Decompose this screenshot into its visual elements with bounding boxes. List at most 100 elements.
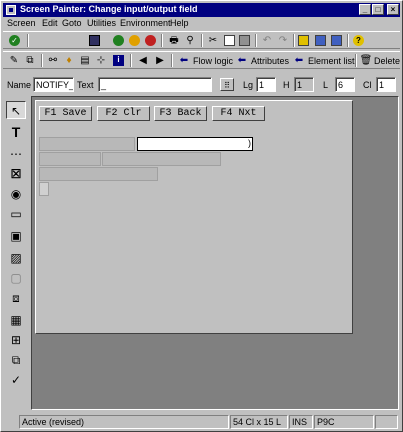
toolbar-separator <box>255 34 257 47</box>
close-button[interactable]: × <box>387 4 399 15</box>
application-toolbar: ✎ ⧉ ⚯ ♦ ▤ ⊹ i ◀ ▶ ⬅ Flow logic ⬅ Attribu… <box>3 51 400 69</box>
text-tool-icon[interactable]: T <box>6 123 26 141</box>
attributes-button[interactable]: Attributes <box>251 56 289 66</box>
f1-save-button[interactable]: F1 Save <box>39 106 92 121</box>
save-icon[interactable] <box>89 35 100 46</box>
menu-utilities[interactable]: Utilities <box>87 18 116 28</box>
l-field[interactable]: 6 <box>335 77 355 92</box>
enter-icon[interactable]: ✓ <box>9 35 20 46</box>
text-element[interactable] <box>102 152 221 166</box>
custom-control-tool-icon[interactable]: ⧈ <box>6 289 26 307</box>
help-icon[interactable]: ? <box>353 35 364 46</box>
toolbar-separator <box>355 54 357 67</box>
toolbar-separator <box>171 54 173 67</box>
paste-icon[interactable] <box>239 35 250 46</box>
text-element[interactable] <box>39 167 158 181</box>
layout-icon[interactable]: ⊹ <box>94 54 108 67</box>
create-session-icon[interactable] <box>298 35 309 46</box>
menu-help[interactable]: Help <box>170 18 189 28</box>
element-list-button[interactable]: Element list <box>308 56 355 66</box>
f3-back-button[interactable]: F3 Back <box>154 106 207 121</box>
previous-icon[interactable]: ◀ <box>136 54 150 67</box>
flow-logic-arrow-icon[interactable]: ⬅ <box>177 54 191 67</box>
sap-window: Screen Painter: Change input/output fiel… <box>0 0 403 432</box>
delete-icon[interactable]: 🗑 <box>359 54 373 67</box>
shortcut-icon[interactable] <box>315 35 326 46</box>
attributes-arrow-icon[interactable]: ⬅ <box>235 54 249 67</box>
display-change-icon[interactable]: ✎ <box>7 54 21 67</box>
step-loop-tool-icon[interactable]: ▦ <box>6 311 26 329</box>
text-element[interactable] <box>39 137 135 151</box>
text-label: Text <box>77 80 94 90</box>
menu-goto[interactable]: Goto <box>62 18 82 28</box>
find-icon[interactable]: ⚲ <box>183 34 197 47</box>
toolbar-separator <box>41 54 43 67</box>
menu-screen[interactable]: Screen <box>7 18 36 28</box>
redo-icon[interactable]: ↷ <box>276 34 290 47</box>
next-icon[interactable]: ▶ <box>153 54 167 67</box>
test-icon[interactable]: ▤ <box>78 54 92 67</box>
standard-toolbar: ✓ 🖶 ⚲ ✂ ↶ ↷ ? <box>3 31 400 49</box>
other-object-icon[interactable]: ⧉ <box>23 54 37 67</box>
f4-next-button[interactable]: F4 Nxt <box>212 106 265 121</box>
copy-icon[interactable] <box>224 35 235 46</box>
status-message: Active (revised) <box>19 415 229 429</box>
input-output-field-tool-icon[interactable]: ⋯ <box>6 145 26 163</box>
tabstrip-tool-icon[interactable]: ▢ <box>6 269 26 287</box>
pointer-tool-icon[interactable]: ↖ <box>6 101 26 119</box>
status-bar: Active (revised) 54 Cl x 15 L INS P9C <box>3 413 400 430</box>
layout-workarea: F1 Save F2 Clr F3 Back F4 Nxt ) <box>31 96 399 410</box>
text-element[interactable] <box>39 152 101 166</box>
status-icon-tool-icon[interactable]: ✓ <box>6 371 26 389</box>
minimize-button[interactable]: _ <box>359 4 371 15</box>
title-bar: Screen Painter: Change input/output fiel… <box>3 3 400 17</box>
cut-icon[interactable]: ✂ <box>206 34 220 47</box>
radio-button-tool-icon[interactable]: ◉ <box>6 185 26 203</box>
l-label: L <box>323 80 329 90</box>
menu-bar: Screen Edit Goto Utilities Environment H… <box>3 18 400 30</box>
box-tool-icon[interactable]: ▣ <box>6 227 26 245</box>
name-label: Name <box>7 80 32 90</box>
status-system: P9C <box>314 415 374 429</box>
back-icon[interactable] <box>113 35 124 46</box>
lg-label: Lg <box>243 80 254 90</box>
dictionary-icon[interactable]: ⠿ <box>220 78 234 91</box>
toolbar-separator <box>347 34 349 47</box>
pushbutton-tool-icon[interactable]: ▭ <box>6 205 26 223</box>
cancel-icon[interactable] <box>145 35 156 46</box>
layout-menu-icon[interactable] <box>331 35 342 46</box>
toolbar-separator <box>161 34 163 47</box>
undo-icon[interactable]: ↶ <box>260 34 274 47</box>
f2-clear-button[interactable]: F2 Clr <box>97 106 150 121</box>
menu-environment[interactable]: Environment <box>120 18 171 28</box>
flow-logic-button[interactable]: Flow logic <box>193 56 233 66</box>
sap-window-icon[interactable] <box>6 5 16 15</box>
where-used-icon[interactable]: ⚯ <box>46 54 60 67</box>
table-control-tool-icon[interactable]: ⊞ <box>6 331 26 349</box>
exit-icon[interactable] <box>129 35 140 46</box>
table-control-wizard-tool-icon[interactable]: ⧉ <box>6 351 26 369</box>
toolbar-separator <box>27 34 29 47</box>
status-extra <box>375 415 398 429</box>
info-icon[interactable]: i <box>113 55 124 66</box>
subscreen-tool-icon[interactable]: ▨ <box>6 249 26 267</box>
maximize-button[interactable]: □ <box>372 4 384 15</box>
checkbox-element[interactable] <box>39 182 49 196</box>
toolbar-separator <box>201 34 203 47</box>
checkbox-tool-icon[interactable]: ☒ <box>6 165 26 183</box>
toolbar-separator <box>130 54 132 67</box>
menu-edit[interactable]: Edit <box>42 18 58 28</box>
delete-button[interactable]: Delete <box>374 56 400 66</box>
lg-field[interactable]: 1 <box>256 77 276 92</box>
text-field[interactable]: _ <box>98 77 212 92</box>
name-field[interactable]: NOTIFY_E <box>33 77 74 92</box>
cl-label: Cl <box>363 80 372 90</box>
cl-field[interactable]: 1 <box>376 77 396 92</box>
element-list-arrow-icon[interactable]: ⬅ <box>292 54 306 67</box>
check-icon[interactable]: ♦ <box>62 54 76 67</box>
h-field: 1 <box>294 77 314 92</box>
selected-io-field[interactable]: ) <box>137 137 253 151</box>
io-field-end-marker: ) <box>248 138 251 148</box>
screen-canvas[interactable]: F1 Save F2 Clr F3 Back F4 Nxt ) <box>35 100 353 334</box>
print-icon[interactable]: 🖶 <box>167 34 181 47</box>
